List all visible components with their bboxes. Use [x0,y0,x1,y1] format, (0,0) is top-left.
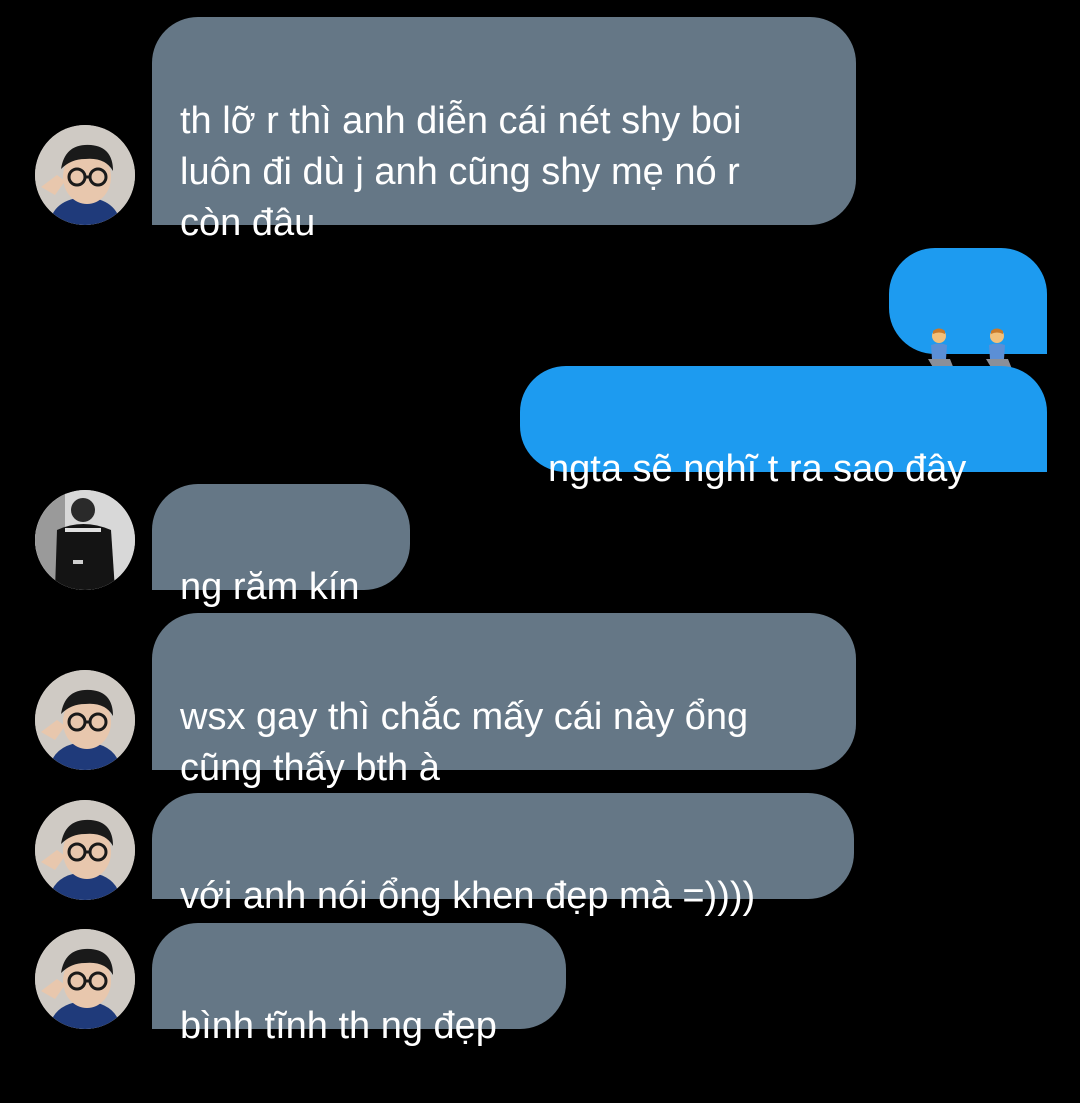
message-bubble-incoming[interactable]: ng răm kín [152,484,410,608]
message-bubble-incoming[interactable]: với anh nói ổng khen đẹp mà =)))) [152,793,854,917]
message-text: bình tĩnh th ng đẹp [180,1005,497,1047]
message-bubble-incoming[interactable]: th lỡ r thì anh diễn cái nét shy boi luô… [152,17,856,244]
glasses-guy-avatar-image [35,800,135,900]
glasses-guy-avatar-image [35,929,135,1029]
avatar-dark-jersey[interactable] [35,490,135,590]
avatar-glasses-guy[interactable] [35,800,135,900]
message-text: wsx gay thì chắc mấy cái này ổng cũng th… [180,696,749,789]
message-text: với anh nói ổng khen đẹp mà =)))) [180,875,756,917]
message-bubble-outgoing[interactable]: ngta sẽ nghĩ t ra sao đây [520,366,1047,490]
message-bubble-incoming[interactable]: bình tĩnh th ng đẹp [152,923,566,1047]
glasses-guy-avatar-image [35,670,135,770]
message-bubble-incoming[interactable]: wsx gay thì chắc mấy cái này ổng cũng th… [152,613,856,789]
avatar-glasses-guy[interactable] [35,670,135,770]
dark-jersey-avatar-image [35,490,135,590]
avatar-glasses-guy[interactable] [35,125,135,225]
message-text: ngta sẽ nghĩ t ra sao đây [548,448,967,490]
avatar-glasses-guy[interactable] [35,929,135,1029]
glasses-guy-avatar-image [35,125,135,225]
message-bubble-outgoing-emoji[interactable] [889,248,1047,375]
message-text: ng răm kín [180,566,360,608]
message-text: th lỡ r thì anh diễn cái nét shy boi luô… [180,100,742,244]
